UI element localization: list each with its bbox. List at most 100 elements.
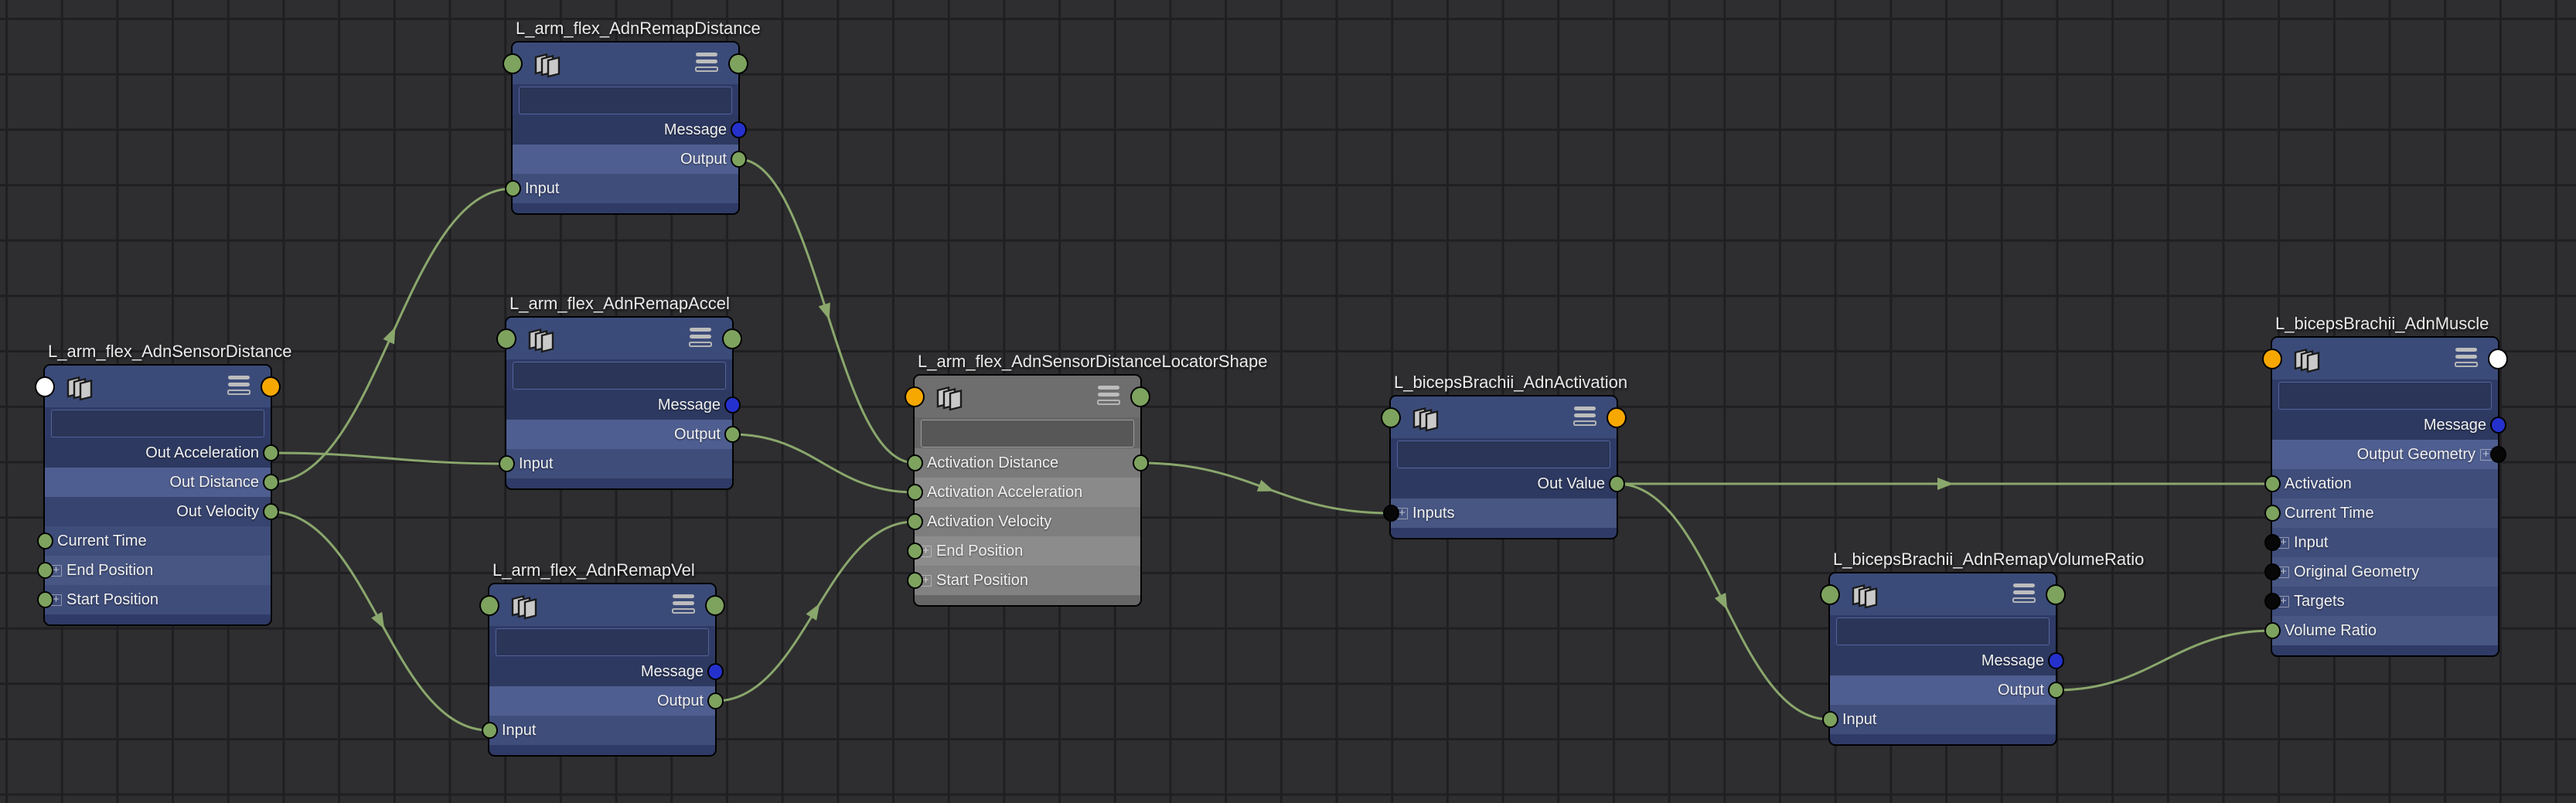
menu-bar (673, 594, 694, 598)
plug-label: Volume Ratio (2285, 622, 2377, 640)
port-node-state-left[interactable] (479, 595, 499, 616)
node-activation[interactable]: Out Value+Inputs (1391, 396, 1617, 538)
port-end-position-in[interactable] (907, 543, 923, 560)
port-start-position-in[interactable] (37, 591, 53, 608)
plug-row-volume-ratio: Volume Ratio (2272, 616, 2498, 645)
port-node-state-left[interactable] (1381, 407, 1401, 428)
plug-row-message: Message (1830, 646, 2056, 675)
plug-label: Output (680, 151, 727, 168)
port-inputs-in[interactable] (1383, 505, 1399, 522)
node-volumeRatio[interactable]: MessageOutputInput (1830, 573, 2056, 744)
port-input-in[interactable] (1822, 711, 1838, 728)
node-muscle[interactable]: MessageOutput Geometry+ActivationCurrent… (2272, 338, 2498, 655)
node-sensorDistance[interactable]: Out AccelerationOut DistanceOut Velocity… (45, 366, 271, 624)
port-input-in[interactable] (482, 722, 498, 739)
port-node-state-right[interactable] (722, 328, 742, 349)
port-node-state-left[interactable] (503, 53, 523, 74)
node-rename-field[interactable] (2278, 382, 2492, 410)
port-message-out[interactable] (724, 396, 741, 413)
menu-bar (673, 601, 694, 605)
node-rename-field[interactable] (1836, 618, 2050, 645)
menu-bar (1573, 420, 1596, 426)
node-rename-field[interactable] (921, 420, 1134, 447)
plug-label: Inputs (1412, 505, 1454, 522)
port-activation-in[interactable] (2264, 475, 2281, 492)
menu-bar (1574, 407, 1596, 410)
layers-icon (526, 323, 559, 356)
port-activation-acceleration-in[interactable] (907, 484, 923, 501)
layers-icon (65, 371, 97, 403)
node-remapAccel[interactable]: MessageOutputInput (506, 318, 732, 488)
layers-icon (509, 590, 542, 622)
port-input-in[interactable] (499, 455, 515, 472)
port-out-value-out[interactable] (1609, 475, 1625, 492)
node-display-menu-icon[interactable] (2013, 584, 2036, 606)
port-output-out[interactable] (724, 426, 741, 443)
plug-row-out-velocity: Out Velocity (45, 497, 271, 526)
port-output-out[interactable] (731, 151, 747, 168)
node-display-menu-icon[interactable] (1574, 407, 1596, 429)
node-title: L_bicepsBrachii_AdnActivation (1394, 372, 1627, 393)
plug-label: Current Time (57, 532, 147, 550)
node-rename-field[interactable] (519, 87, 732, 114)
plug-label: Output (1998, 682, 2044, 699)
port-node-state-left[interactable] (2262, 349, 2282, 369)
node-rename-field[interactable] (496, 628, 709, 656)
port-node-state-right[interactable] (2488, 349, 2508, 369)
node-display-menu-icon[interactable] (673, 594, 695, 617)
port-volume-ratio-in[interactable] (2264, 622, 2281, 639)
port-output-geometry-out[interactable] (2490, 446, 2506, 463)
port-input-in[interactable] (2264, 534, 2281, 551)
node-remapDistance[interactable]: MessageOutputInput (513, 43, 738, 213)
port-node-state-right[interactable] (2046, 584, 2066, 605)
plug-row-out-acceleration: Out Acceleration (45, 438, 271, 468)
node-header (1391, 396, 1617, 438)
node-remapVel[interactable]: MessageOutputInput (489, 584, 715, 755)
plug-row-message: Message (2272, 410, 2498, 440)
port-node-state-right[interactable] (1130, 386, 1150, 407)
plug-label: Input (525, 180, 559, 198)
port-activation-velocity-in[interactable] (907, 513, 923, 530)
port-message-out[interactable] (2490, 417, 2506, 434)
port-message-out[interactable] (731, 121, 747, 138)
port-node-state-right[interactable] (261, 376, 281, 397)
port-node-state-left[interactable] (1820, 584, 1840, 605)
port-message-out[interactable] (2048, 652, 2064, 669)
port-end-position-in[interactable] (37, 562, 53, 579)
port-current-time-in[interactable] (37, 532, 53, 550)
node-editor-canvas[interactable]: L_arm_flex_AdnSensorDistanceOut Accelera… (0, 0, 2576, 803)
port-message-out[interactable] (707, 663, 724, 680)
port-targets-in[interactable] (2264, 593, 2281, 610)
node-display-menu-icon[interactable] (2455, 348, 2478, 370)
port-activation-distance-in[interactable] (907, 454, 923, 471)
port-output-out[interactable] (2048, 682, 2064, 699)
port-out-distance-out[interactable] (263, 474, 279, 491)
port-node-state-left[interactable] (35, 376, 55, 397)
port-current-time-in[interactable] (2264, 505, 2281, 522)
node-display-menu-icon[interactable] (1098, 386, 1120, 408)
port-out-acceleration-out[interactable] (263, 444, 279, 461)
port-output-out[interactable] (707, 692, 724, 709)
port-node-state-right[interactable] (705, 595, 725, 616)
node-rename-field[interactable] (513, 362, 726, 390)
node-locatorShape[interactable]: Activation DistanceActivation Accelerati… (915, 376, 1140, 605)
plug-row-out-value: Out Value (1391, 469, 1617, 498)
menu-bar (690, 335, 711, 339)
port-node-state-right[interactable] (728, 53, 748, 74)
port-node-state-left[interactable] (496, 328, 516, 349)
port-node-state-left[interactable] (905, 386, 925, 407)
node-display-menu-icon[interactable] (690, 328, 712, 350)
port-start-position-in[interactable] (907, 572, 923, 589)
node-rename-field[interactable] (51, 410, 264, 437)
port-activation-distance-out[interactable] (1133, 454, 1149, 471)
node-rename-field[interactable] (1397, 441, 1610, 468)
plug-label: Activation Distance (927, 454, 1058, 472)
port-node-state-right[interactable] (1607, 407, 1627, 428)
port-input-in[interactable] (505, 180, 521, 197)
plug-label: Input (519, 455, 553, 473)
port-original-geometry-in[interactable] (2264, 563, 2281, 580)
node-display-menu-icon[interactable] (696, 53, 718, 75)
port-out-velocity-out[interactable] (263, 503, 279, 520)
node-display-menu-icon[interactable] (228, 376, 250, 398)
plug-row-end-position: +End Position (915, 536, 1140, 566)
